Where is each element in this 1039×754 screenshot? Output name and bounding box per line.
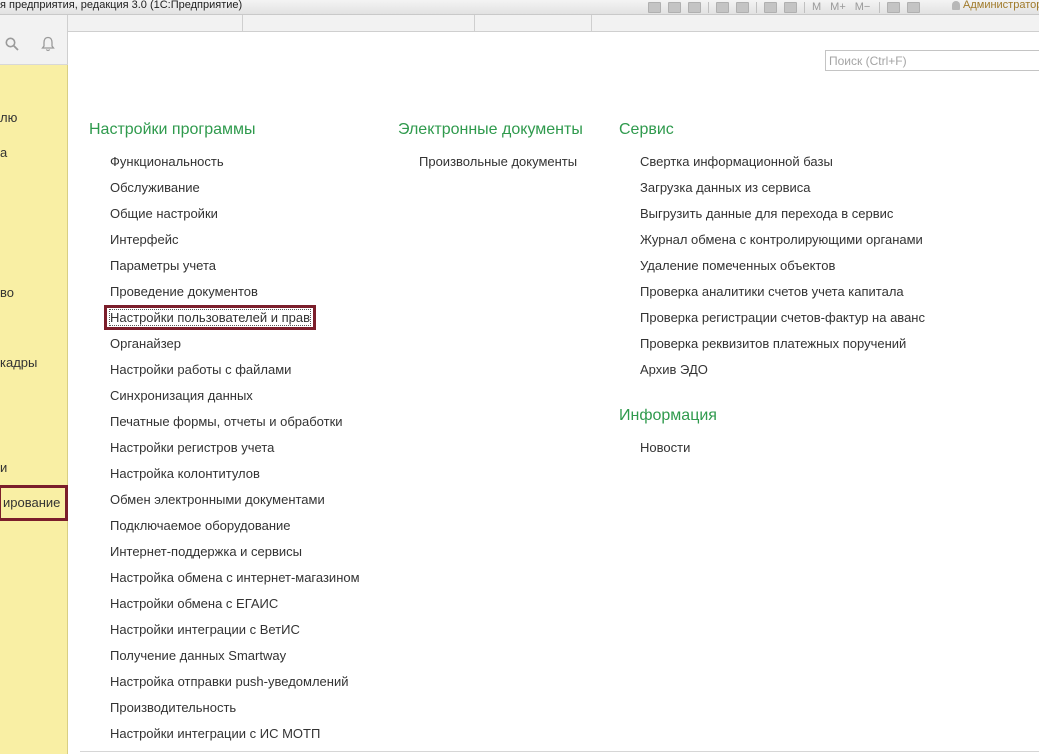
link-push-notifications[interactable]: Настройка отправки push-уведомлений — [110, 674, 348, 689]
tab-divider — [242, 15, 243, 31]
toolbar-separator — [708, 1, 709, 13]
link-register-settings[interactable]: Настройки регистров учета — [110, 440, 274, 455]
link-users-and-rights-label: Настройки пользователей и прав — [108, 309, 312, 326]
calculator-icon[interactable] — [764, 1, 777, 13]
link-data-sync[interactable]: Синхронизация данных — [110, 388, 253, 403]
link-edo-archive[interactable]: Архив ЭДО — [640, 362, 708, 377]
memory-button[interactable]: M — [812, 1, 821, 13]
user-icon — [952, 0, 960, 10]
link-delete-marked[interactable]: Удаление помеченных объектов — [640, 258, 835, 273]
link-functionality[interactable]: Функциональность — [110, 154, 224, 169]
app-title: я предприятия, редакция 3.0 (1С:Предприя… — [0, 0, 243, 11]
link-egais[interactable]: Настройки обмена с ЕГАИС — [110, 596, 278, 611]
tab-strip — [68, 15, 1039, 32]
preview-icon[interactable] — [688, 1, 701, 13]
sidebar-item-administration[interactable]: ирование — [0, 485, 68, 521]
tab-divider — [474, 15, 475, 31]
link-payment-details[interactable]: Проверка реквизитов платежных поручений — [640, 336, 906, 351]
user-name: Администратор — [963, 0, 1039, 11]
link-smartway[interactable]: Получение данных Smartway — [110, 648, 286, 663]
link-general-settings[interactable]: Общие настройки — [110, 206, 218, 221]
sidebar-item[interactable]: во — [0, 285, 66, 300]
zoom-icon[interactable] — [887, 1, 901, 13]
user-menu[interactable]: Администратор — [952, 0, 1039, 11]
link-edoc-exchange[interactable]: Обмен электронными документами — [110, 492, 325, 507]
tab-divider — [591, 15, 592, 31]
link-exchange-log[interactable]: Журнал обмена с контролирующими органами — [640, 232, 923, 247]
bell-icon[interactable] — [40, 36, 56, 52]
bottom-divider — [80, 751, 1039, 752]
link-maintenance[interactable]: Обслуживание — [110, 180, 200, 195]
title-bar: я предприятия, редакция 3.0 (1С:Предприя… — [0, 0, 1039, 15]
link-headers-footers[interactable]: Настройка колонтитулов — [110, 466, 260, 481]
link-news[interactable]: Новости — [640, 440, 690, 455]
sidebar-item[interactable]: и — [0, 460, 66, 475]
link-equipment[interactable]: Подключаемое оборудование — [110, 518, 291, 533]
sidebar: лю а во кадры и ирование — [0, 65, 68, 754]
toolbar-separator — [804, 1, 805, 13]
link-capital-analytics[interactable]: Проверка аналитики счетов учета капитала — [640, 284, 904, 299]
memory-plus-button[interactable]: M+ — [830, 1, 846, 13]
link-interface[interactable]: Интерфейс — [110, 232, 178, 247]
link-vetis[interactable]: Настройки интеграции с ВетИС — [110, 622, 300, 637]
link-accounting-parameters[interactable]: Параметры учета — [110, 258, 216, 273]
save-icon[interactable] — [648, 1, 661, 13]
link-motp[interactable]: Настройки интеграции с ИС МОТП — [110, 726, 320, 741]
memory-minus-button[interactable]: M− — [855, 1, 871, 13]
section-title-edocs: Электронные документы — [398, 121, 583, 138]
search-input[interactable] — [825, 50, 1039, 71]
section-title-info: Информация — [619, 407, 717, 424]
link-document-posting[interactable]: Проведение документов — [110, 284, 258, 299]
calendar-icon[interactable] — [784, 1, 797, 13]
link-organizer[interactable]: Органайзер — [110, 336, 181, 351]
window-icon[interactable] — [907, 1, 921, 13]
toolbar: M M+ M− — [648, 0, 927, 14]
search-icon[interactable] — [5, 37, 19, 51]
link-users-and-rights[interactable]: Настройки пользователей и прав — [104, 305, 317, 330]
section-title-service: Сервис — [619, 121, 674, 138]
link-internet-support[interactable]: Интернет-поддержка и сервисы — [110, 544, 302, 559]
toolbar-separator — [879, 1, 881, 13]
link-arbitrary-documents[interactable]: Произвольные документы — [419, 154, 577, 169]
link-export-to-service[interactable]: Выгрузить данные для перехода в сервис — [640, 206, 893, 221]
paste-icon[interactable] — [736, 1, 749, 13]
link-file-settings[interactable]: Настройки работы с файлами — [110, 362, 291, 377]
link-load-from-service[interactable]: Загрузка данных из сервиса — [640, 180, 811, 195]
sidebar-item[interactable]: кадры — [0, 355, 66, 370]
copy-icon[interactable] — [716, 1, 729, 13]
print-icon[interactable] — [668, 1, 681, 13]
link-advance-invoices[interactable]: Проверка регистрации счетов-фактур на ав… — [640, 310, 925, 325]
link-db-collapse[interactable]: Свертка информационной базы — [640, 154, 833, 169]
sidebar-tools — [0, 15, 68, 65]
sidebar-item[interactable]: а — [0, 145, 66, 160]
link-performance[interactable]: Производительность — [110, 700, 236, 715]
sidebar-item[interactable]: лю — [0, 110, 66, 125]
link-print-forms[interactable]: Печатные формы, отчеты и обработки — [110, 414, 343, 429]
toolbar-separator — [756, 1, 757, 13]
link-eshop-exchange[interactable]: Настройка обмена с интернет-магазином — [110, 570, 360, 585]
section-title-settings: Настройки программы — [89, 121, 256, 138]
